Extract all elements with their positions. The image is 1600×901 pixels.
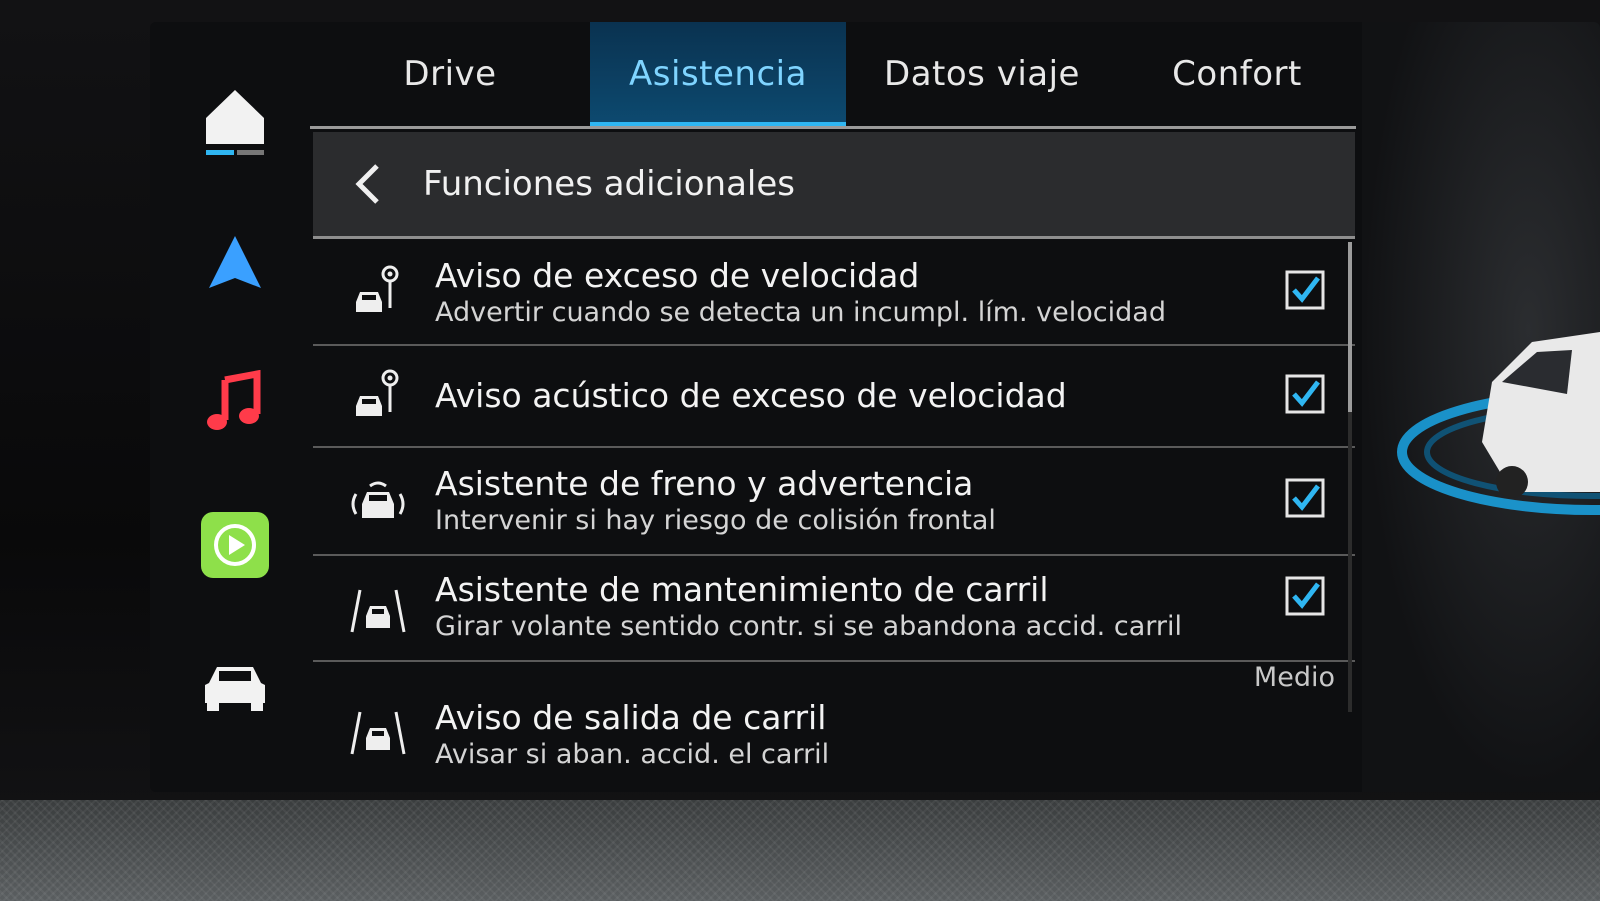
checkbox-checked[interactable]: [1285, 576, 1325, 616]
section-header: Funciones adicionales: [313, 132, 1355, 236]
navigation-button[interactable]: [190, 217, 280, 307]
tab-divider: [310, 126, 1356, 129]
lane-keep-icon: [343, 580, 413, 640]
assist-visualization: [1362, 22, 1600, 792]
lane-departure-icon: [343, 702, 413, 762]
item-subtitle: Girar volante sentido contr. si se aband…: [435, 611, 1182, 642]
item-subtitle: Intervenir si hay riesgo de colisión fro…: [435, 505, 996, 536]
infotainment-screen: Drive Asistencia Datos viaje Confort Fun…: [150, 22, 1600, 792]
dashboard-trim: [0, 800, 1600, 901]
scrollbar-thumb[interactable]: [1348, 242, 1352, 412]
checkbox-checked[interactable]: [1285, 270, 1325, 310]
item-title: Aviso acústico de exceso de velocidad: [435, 376, 1067, 415]
speed-sign-car-icon: [343, 366, 413, 426]
tab-label: Asistencia: [629, 54, 807, 94]
settings-list: Aviso de exceso de velocidad Advertir cu…: [313, 240, 1355, 792]
carplay-button[interactable]: [190, 500, 280, 590]
home-icon: [206, 90, 264, 155]
home-button[interactable]: [190, 77, 280, 167]
list-item-acoustic-speed-warning[interactable]: Aviso acústico de exceso de velocidad: [313, 346, 1355, 448]
item-title: Aviso de salida de carril: [435, 698, 827, 737]
tab-label: Drive: [403, 54, 497, 94]
item-title: Asistente de freno y advertencia: [435, 464, 974, 503]
page-title: Funciones adicionales: [423, 164, 795, 204]
back-button[interactable]: [313, 132, 423, 236]
checkbox-checked[interactable]: [1285, 478, 1325, 518]
checkbox-checked[interactable]: [1285, 374, 1325, 414]
navigation-icon: [209, 236, 261, 288]
collision-warning-icon: [343, 472, 413, 532]
car-scene-image: [1397, 332, 1600, 515]
item-title: Asistente de mantenimiento de carril: [435, 570, 1049, 609]
list-item-speed-warning[interactable]: Aviso de exceso de velocidad Advertir cu…: [313, 240, 1355, 346]
item-title: Aviso de exceso de velocidad: [435, 256, 920, 295]
music-button[interactable]: [190, 357, 280, 447]
left-rail: [150, 22, 310, 792]
carplay-icon: [201, 512, 269, 578]
car-icon: [205, 667, 265, 711]
music-icon: [207, 370, 261, 430]
tab-bar: Drive Asistencia Datos viaje Confort: [310, 22, 1370, 128]
list-item-brake-assist[interactable]: Asistente de freno y advertencia Interve…: [313, 448, 1355, 556]
tab-label: Datos viaje: [884, 54, 1080, 94]
tab-asistencia[interactable]: Asistencia: [590, 22, 846, 126]
item-subtitle: Advertir cuando se detecta un incumpl. l…: [435, 297, 1166, 328]
item-subtitle: Avisar si aban. accid. el carril: [435, 739, 830, 770]
list-item-lane-departure[interactable]: Medio Aviso de salida de carril Avisar s…: [313, 662, 1355, 782]
tab-datos-viaje[interactable]: Datos viaje: [846, 22, 1118, 126]
item-value: Medio: [1253, 662, 1335, 693]
list-item-lane-keep[interactable]: Asistente de mantenimiento de carril Gir…: [313, 556, 1355, 662]
chevron-left-icon: [355, 164, 379, 204]
tab-confort[interactable]: Confort: [1118, 22, 1356, 126]
tab-drive[interactable]: Drive: [310, 22, 590, 126]
speed-sign-car-icon: [343, 262, 413, 322]
header-divider: [313, 236, 1355, 239]
tab-label: Confort: [1172, 54, 1302, 94]
car-button[interactable]: [190, 642, 280, 732]
